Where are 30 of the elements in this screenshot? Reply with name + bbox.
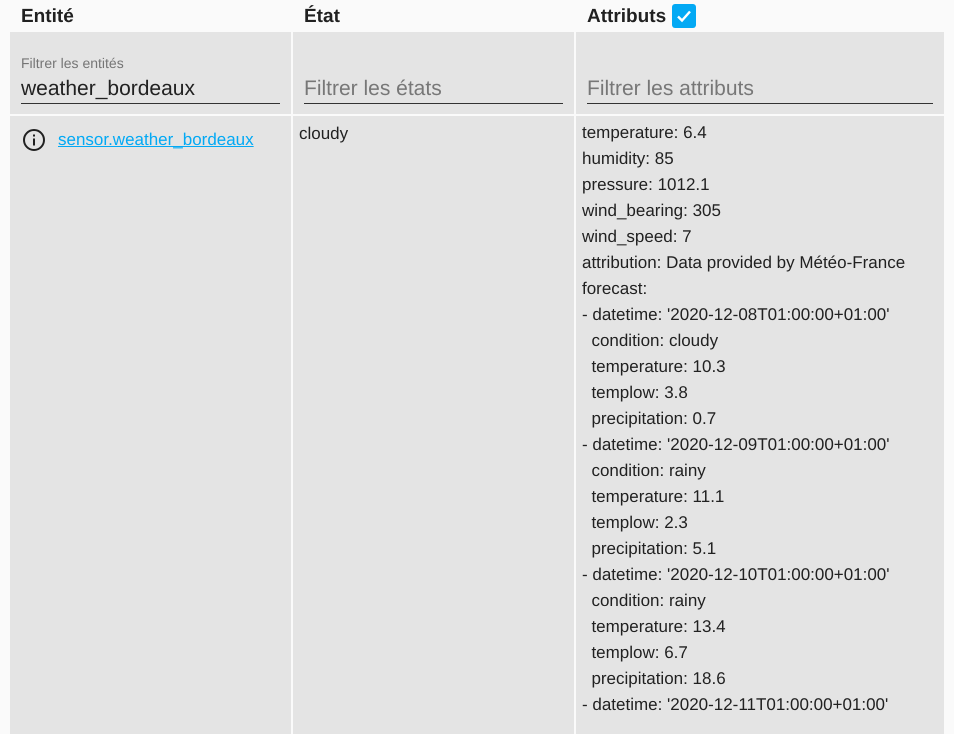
attribute-line: precipitation: 0.7 xyxy=(590,408,718,430)
attribute-line: forecast: xyxy=(582,278,648,300)
checkbox[interactable] xyxy=(672,4,696,28)
entity-link[interactable]: sensor.weather_bordeaux xyxy=(58,128,254,152)
attribute-line: humidity: 85 xyxy=(582,148,675,170)
attribute-line: condition: cloudy xyxy=(590,330,720,352)
attribute-line: wind_speed: 7 xyxy=(582,226,693,248)
attribute-line: - datetime: '2020-12-10T01:00:00+01:00' xyxy=(582,564,891,586)
attribute-line: - datetime: '2020-12-08T01:00:00+01:00' xyxy=(582,304,891,326)
attribute-line: pressure: 1012.1 xyxy=(582,174,711,196)
attribute-line: precipitation: 5.1 xyxy=(590,538,718,560)
attribute-line: temperature: 10.3 xyxy=(590,356,727,378)
attribute-line: condition: rainy xyxy=(590,590,707,612)
attribute-line: templow: 6.7 xyxy=(590,642,689,664)
attribute-line: attribution: Data provided by Météo-France xyxy=(582,252,906,274)
attribute-line: temperature: 11.1 xyxy=(590,486,726,508)
attribute-line: templow: 3.8 xyxy=(590,382,689,404)
column-header: État xyxy=(304,6,340,26)
attribute-line: precipitation: 18.6 xyxy=(590,668,727,690)
column-header: Attributs xyxy=(587,6,666,26)
column-header: Entité xyxy=(21,6,74,26)
state-text: cloudy xyxy=(299,124,348,143)
attribute-line: - datetime: '2020-12-11T01:00:00+01:00' xyxy=(582,694,890,716)
attribute-line: temperature: 13.4 xyxy=(590,616,727,638)
attribute-line: templow: 2.3 xyxy=(590,512,689,534)
attribute-line: wind_bearing: 305 xyxy=(582,200,722,222)
attribute-line: temperature: 6.4 xyxy=(582,122,708,144)
info-icon[interactable] xyxy=(22,128,46,152)
attribute-line: condition: rainy xyxy=(590,460,707,482)
attribute-line: - datetime: '2020-12-09T01:00:00+01:00' xyxy=(582,434,891,456)
